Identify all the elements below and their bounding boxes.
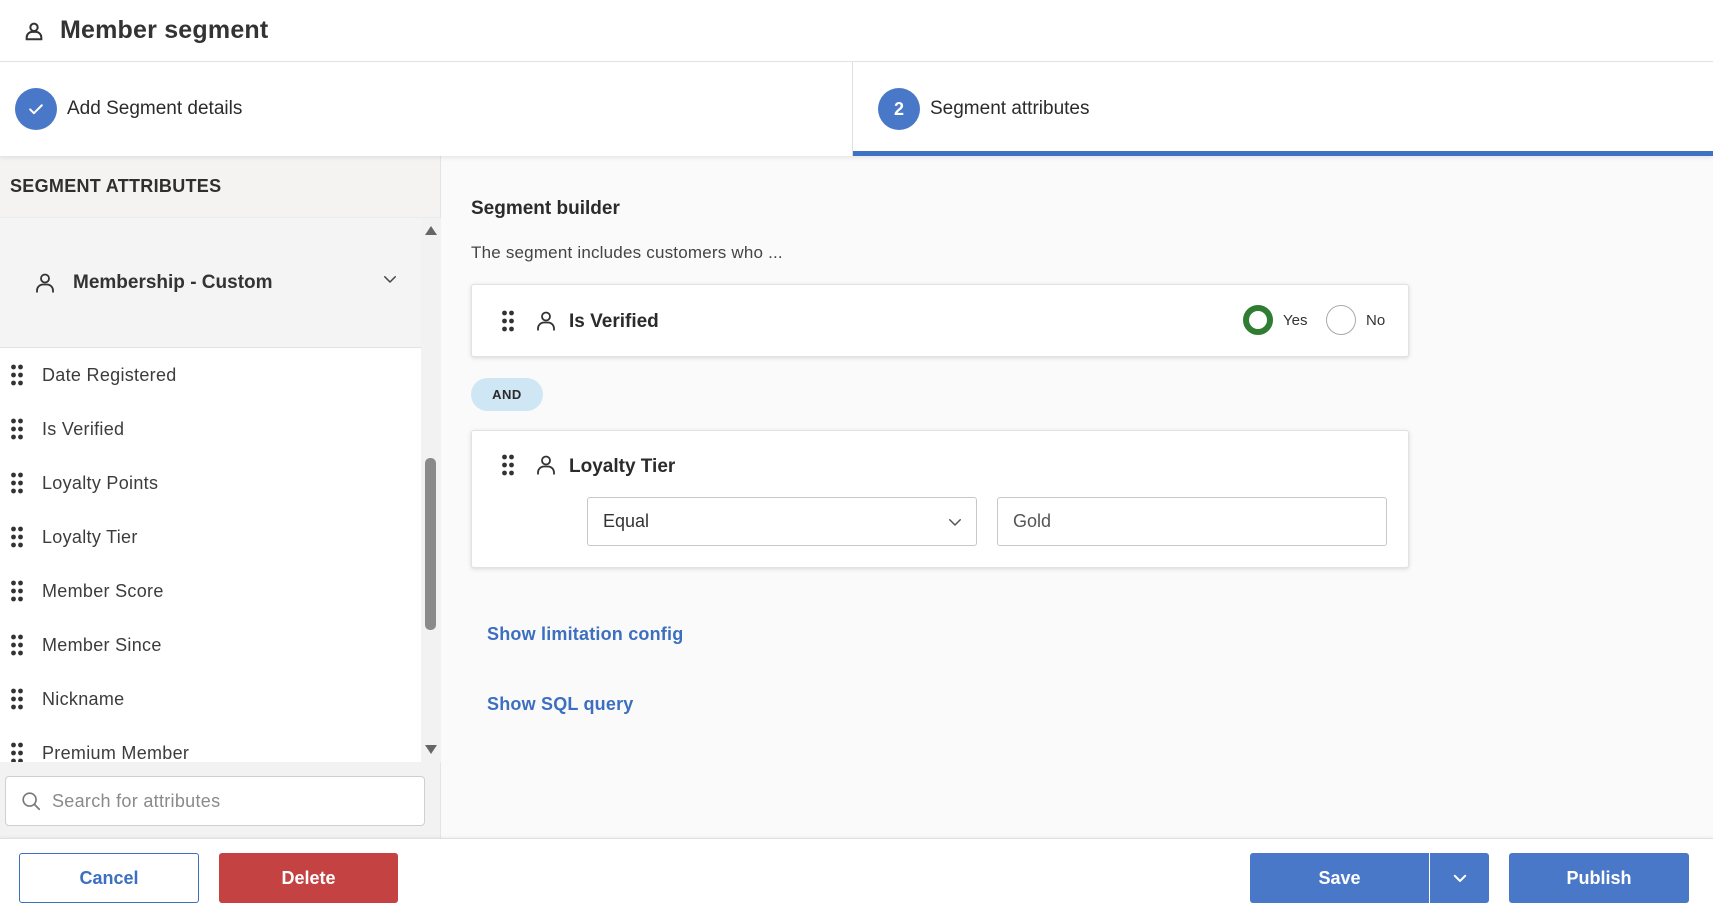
attribute-item[interactable]: Date Registered [0, 348, 421, 402]
attribute-item[interactable]: Loyalty Points [0, 456, 421, 510]
person-icon [534, 453, 558, 477]
search-icon [20, 790, 42, 812]
publish-button[interactable]: Publish [1509, 853, 1689, 903]
chevron-down-icon [1453, 874, 1466, 882]
attribute-label: Is Verified [42, 418, 125, 439]
stepper: Add Segment details 2 Segment attributes [0, 62, 1713, 156]
builder-title: Segment builder [471, 198, 620, 219]
footer-actions: Cancel Delete Save Publish [0, 838, 1713, 908]
attribute-items: Date Registered Is Verified Loyalty Points… [0, 348, 421, 762]
group-label: Membership - Custom [73, 271, 273, 293]
step-label: Segment attributes [930, 98, 1090, 119]
condition-title: Is Verified [569, 311, 659, 332]
attribute-item[interactable]: Nickname [0, 672, 421, 726]
step-segment-attributes[interactable]: 2 Segment attributes [853, 62, 1713, 156]
step-number: 2 [878, 88, 920, 130]
attribute-item[interactable]: Premium Member [0, 726, 421, 762]
drag-handle-icon[interactable] [10, 634, 24, 656]
condition-title: Loyalty Tier [569, 456, 676, 477]
scroll-up-arrow-icon[interactable] [425, 226, 437, 235]
step-add-segment-details[interactable]: Add Segment details [0, 62, 853, 156]
attribute-label: Member Score [42, 580, 164, 601]
search-input[interactable] [52, 790, 412, 812]
radio-yes[interactable]: Yes [1243, 305, 1307, 335]
segment-builder: Segment builder The segment includes cus… [441, 156, 1713, 838]
condition-card-loyalty-tier: Loyalty Tier Equal [471, 430, 1409, 568]
operator-value: Equal [603, 511, 650, 531]
save-button[interactable]: Save [1250, 853, 1429, 903]
attribute-label: Loyalty Points [42, 472, 159, 493]
active-step-indicator [853, 151, 1713, 156]
page-title: Member segment [60, 16, 269, 44]
condition-value-input[interactable] [997, 497, 1387, 546]
attribute-label: Date Registered [42, 364, 177, 385]
attribute-search[interactable] [5, 776, 425, 826]
drag-handle-icon[interactable] [10, 742, 24, 762]
show-sql-query-link[interactable]: Show SQL query [487, 694, 634, 715]
drag-handle-icon[interactable] [10, 472, 24, 494]
attribute-list: Membership - Custom Date Registered Is Ve… [0, 218, 421, 762]
radio-label: Yes [1283, 311, 1308, 329]
drag-handle-icon[interactable] [501, 454, 515, 476]
drag-handle-icon[interactable] [10, 418, 24, 440]
attribute-label: Member Since [42, 634, 162, 655]
builder-description: The segment includes customers who ... [471, 243, 783, 262]
attribute-label: Loyalty Tier [42, 526, 138, 547]
radio-dot-checked[interactable] [1243, 305, 1273, 335]
attribute-item[interactable]: Member Score [0, 564, 421, 618]
attribute-label: Premium Member [42, 742, 190, 763]
sidebar-scrollbar[interactable] [421, 218, 441, 762]
radio-label: No [1366, 311, 1386, 329]
drag-handle-icon[interactable] [501, 310, 515, 332]
show-limitation-config-link[interactable]: Show limitation config [487, 624, 683, 645]
attribute-group-membership-custom[interactable]: Membership - Custom [0, 218, 421, 348]
drag-handle-icon[interactable] [10, 688, 24, 710]
delete-button[interactable]: Delete [219, 853, 398, 903]
page-header: Member segment [0, 0, 1713, 62]
scrollbar-thumb[interactable] [425, 458, 436, 630]
attribute-item[interactable]: Member Since [0, 618, 421, 672]
attributes-sidebar: SEGMENT ATTRIBUTES Membership - Custom D… [0, 156, 441, 838]
condition-card-is-verified: Is Verified Yes No [471, 284, 1409, 357]
radio-no[interactable]: No [1326, 305, 1385, 335]
attribute-item[interactable]: Loyalty Tier [0, 510, 421, 564]
drag-handle-icon[interactable] [10, 526, 24, 548]
radio-dot[interactable] [1326, 305, 1356, 335]
drag-handle-icon[interactable] [10, 580, 24, 602]
attribute-label: Nickname [42, 688, 125, 709]
chevron-down-icon[interactable] [381, 270, 399, 288]
scroll-down-arrow-icon[interactable] [425, 745, 437, 754]
and-connector-badge[interactable]: AND [471, 378, 543, 411]
chevron-down-icon [949, 519, 961, 526]
operator-select[interactable]: Equal [587, 497, 977, 546]
attribute-item[interactable]: Is Verified [0, 402, 421, 456]
step-label: Add Segment details [67, 98, 243, 119]
check-icon [15, 88, 57, 130]
person-icon [33, 271, 57, 295]
save-options-dropdown[interactable] [1429, 853, 1489, 903]
drag-handle-icon[interactable] [10, 364, 24, 386]
person-icon [22, 19, 46, 43]
sidebar-title: SEGMENT ATTRIBUTES [0, 156, 440, 218]
cancel-button[interactable]: Cancel [19, 853, 199, 903]
person-icon [534, 309, 558, 333]
